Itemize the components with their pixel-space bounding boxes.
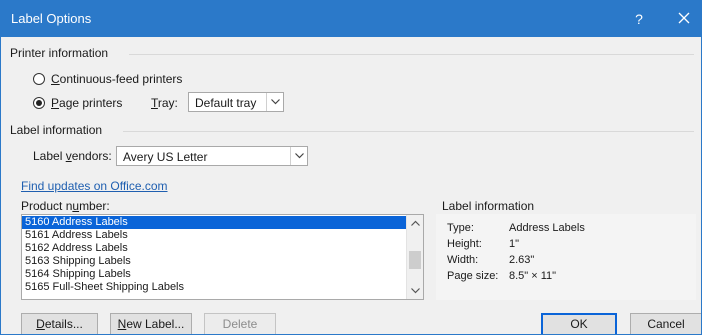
dialog-title: Label Options	[11, 11, 92, 26]
list-item[interactable]: 5160 Address Labels	[22, 216, 406, 229]
label-details-panel: Type: Address Labels Height: 1" Width: 2…	[436, 214, 696, 300]
label-width-value: 2.63"	[509, 254, 535, 266]
new-label-button-label: ew Label...	[126, 317, 185, 331]
label-vendors-dropdown-arrow[interactable]	[290, 147, 307, 165]
list-item[interactable]: 5165 Full-Sheet Shipping Labels	[22, 281, 406, 294]
label-vendors-label-text: endors:	[71, 149, 112, 163]
product-number-list[interactable]: 5160 Address Labels 5161 Address Labels …	[21, 214, 424, 300]
list-item[interactable]: 5162 Address Labels	[22, 242, 406, 255]
scroll-up-button[interactable]	[407, 215, 423, 231]
label-vendors-label: Label vendors:	[33, 149, 112, 163]
chevron-up-icon	[410, 220, 420, 226]
label-page-size-key: Page size:	[447, 270, 499, 282]
continuous-feed-label[interactable]: Continuous-feed printers	[51, 72, 182, 86]
label-type-value: Address Labels	[509, 222, 585, 234]
details-button-label: etails...	[44, 317, 83, 331]
label-type-key: Type:	[447, 222, 474, 234]
close-icon	[678, 12, 690, 24]
page-printers-label-text: age printers	[59, 96, 123, 110]
tray-select-value: Default tray	[195, 96, 257, 110]
label-options-dialog: Label Options ? Printer information Cont…	[0, 0, 702, 335]
list-item[interactable]: 5163 Shipping Labels	[22, 255, 406, 268]
chevron-down-icon	[410, 288, 420, 294]
details-button[interactable]: Details...	[21, 313, 98, 334]
find-updates-link[interactable]: Find updates on Office.com	[21, 179, 168, 193]
details-mnemonic: D	[36, 317, 45, 331]
chevron-down-icon	[270, 99, 280, 105]
printer-information-heading: Printer information	[10, 46, 109, 60]
delete-button[interactable]: Delete	[204, 313, 276, 334]
list-item[interactable]: 5164 Shipping Labels	[22, 268, 406, 281]
label-height-value: 1"	[509, 238, 520, 250]
new-label-button[interactable]: New Label...	[110, 313, 192, 334]
label-page-size-value: 8.5" × 11"	[509, 270, 557, 282]
scroll-thumb[interactable]	[409, 251, 421, 269]
new-label-mnemonic: N	[117, 317, 127, 331]
product-number-label: Product number:	[21, 199, 110, 213]
label-information-heading: Label information	[10, 123, 103, 137]
help-button[interactable]: ?	[627, 7, 651, 31]
product-list-scrollbar[interactable]	[406, 215, 423, 299]
tray-select[interactable]: Default tray	[188, 92, 284, 112]
product-number-label-text: mber:	[79, 199, 110, 213]
tray-label-text: ray:	[157, 96, 178, 110]
label-vendors-value: Avery US Letter	[123, 150, 208, 164]
continuous-feed-mnemonic: C	[51, 72, 60, 86]
ok-button[interactable]: OK	[541, 313, 617, 334]
label-width-key: Width:	[447, 254, 479, 266]
chevron-down-icon	[294, 153, 304, 159]
label-vendors-select[interactable]: Avery US Letter	[116, 146, 308, 166]
scroll-down-button[interactable]	[407, 283, 423, 299]
page-printers-label[interactable]: Page printers	[51, 96, 122, 110]
continuous-feed-radio-circle[interactable]	[33, 73, 45, 85]
tray-mnemonic: T	[151, 96, 158, 110]
printer-information-divider	[129, 54, 694, 55]
close-button[interactable]	[671, 7, 697, 31]
page-printers-mnemonic: P	[51, 96, 60, 110]
tray-dropdown-arrow[interactable]	[266, 93, 283, 111]
label-details-heading: Label information	[442, 199, 535, 213]
title-bar: Label Options ?	[1, 1, 701, 37]
label-vendors-prefix: Label	[33, 149, 66, 163]
list-item[interactable]: 5161 Address Labels	[22, 229, 406, 242]
cancel-button[interactable]: Cancel	[630, 313, 701, 334]
product-number-prefix: Product n	[21, 199, 73, 213]
page-printers-radio-circle[interactable]	[33, 97, 45, 109]
tray-label: Tray:	[151, 96, 178, 110]
label-height-key: Height:	[447, 238, 482, 250]
continuous-feed-label-text: ontinuous-feed printers	[59, 72, 183, 86]
label-information-divider	[123, 131, 694, 132]
